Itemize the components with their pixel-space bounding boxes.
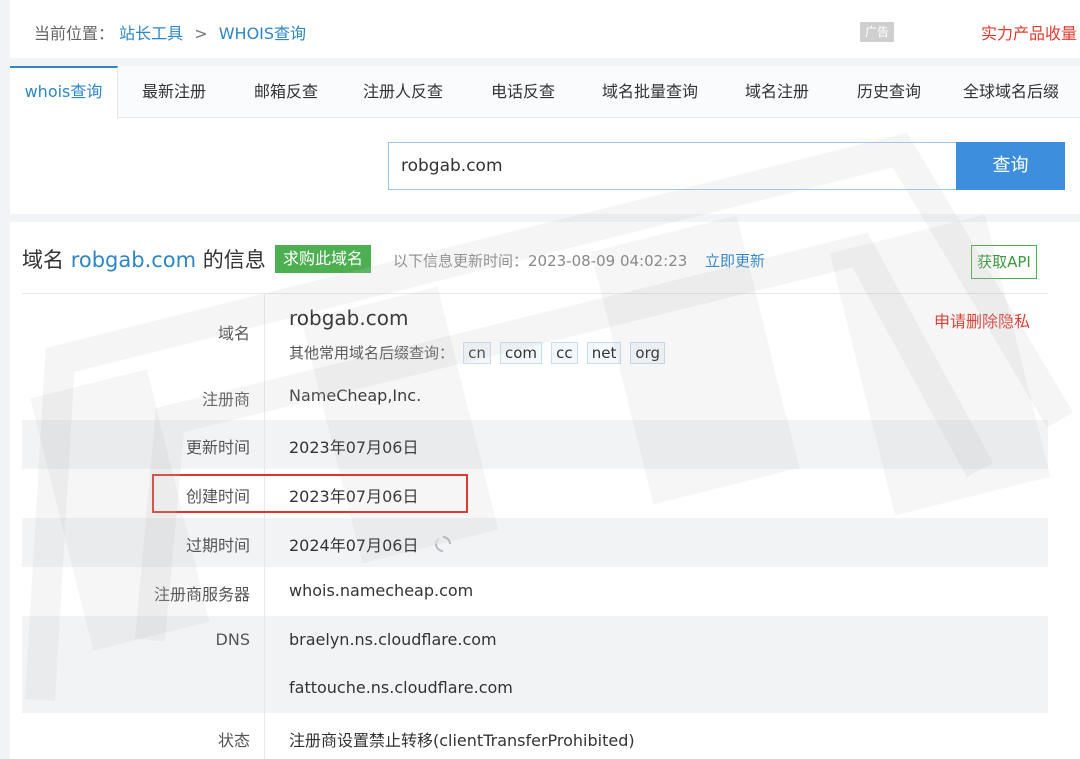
registrar-value: NameCheap,Inc. [289, 386, 422, 405]
dns-value-1: braelyn.ns.cloudflare.com [289, 630, 497, 649]
privacy-delete-link[interactable]: 申请删除隐私 [934, 308, 1030, 332]
dns-value-2: fattouche.ns.cloudflare.com [289, 678, 513, 697]
row-domain: 域名 robgab.com 其他常用域名后缀查询： cn com cc net … [22, 294, 1048, 372]
suffix-cc[interactable]: cc [551, 342, 578, 364]
ad-tag: 广告 [860, 22, 894, 42]
update-now-link[interactable]: 立即更新 [705, 250, 765, 271]
info-title-suffix: 的信息 [196, 248, 266, 272]
ad-link[interactable]: 实力产品收量 [981, 20, 1077, 44]
created-value: 2023年07月06日 [289, 487, 419, 506]
updated-value: 2023年07月06日 [289, 438, 419, 457]
row-label: 注册商服务器 [153, 585, 250, 604]
search-input[interactable]: robgab.com [388, 142, 958, 190]
tab-bar: whois查询 最新注册 邮箱反查 注册人反查 电话反查 域名批量查询 域名注册… [10, 66, 1080, 118]
row-registrar: 注册商 NameCheap,Inc. [22, 372, 1048, 420]
breadcrumb-bar: 当前位置： 站长工具 > WHOIS查询 广告 实力产品收量 [10, 0, 1080, 58]
info-title-prefix: 域名 [22, 248, 71, 272]
row-label: 注册商 [201, 390, 250, 409]
search-button[interactable]: 查询 [956, 142, 1065, 190]
row-dns: DNS braelyn.ns.cloudflare.com fattouche.… [22, 616, 1048, 713]
buy-domain-button[interactable]: 求购此域名 [275, 245, 372, 273]
breadcrumb-link-whois[interactable]: WHOIS查询 [219, 24, 306, 43]
column-divider [264, 294, 265, 759]
tab-registrant-reverse[interactable]: 注册人反查 [342, 66, 464, 118]
row-label: 域名 [217, 324, 250, 343]
suffix-list: 其他常用域名后缀查询： cn com cc net org [289, 342, 666, 364]
row-label: DNS [215, 630, 250, 649]
row-created: 创建时间 2023年07月06日 [22, 469, 1048, 518]
row-status: 状态 注册商设置禁止转移(clientTransferProhibited) [22, 713, 1048, 759]
status-value: 注册商设置禁止转移(clientTransferProhibited) [289, 731, 635, 750]
info-title-domain[interactable]: robgab.com [71, 248, 196, 272]
get-api-button[interactable]: 获取API [971, 245, 1037, 279]
row-updated: 更新时间 2023年07月06日 [22, 420, 1048, 469]
suffix-org[interactable]: org [630, 342, 666, 364]
suffix-cn[interactable]: cn [463, 342, 491, 364]
info-title: 域名 robgab.com 的信息 [22, 244, 266, 274]
expire-value: 2024年07月06日 [289, 536, 419, 555]
tab-new-registered[interactable]: 最新注册 [118, 66, 230, 118]
tab-whois[interactable]: whois查询 [10, 66, 118, 118]
expire-value-wrap: 2024年07月06日 [289, 532, 452, 556]
row-label: 更新时间 [185, 438, 250, 457]
tab-email-reverse[interactable]: 邮箱反查 [230, 66, 342, 118]
domain-value: robgab.com [289, 306, 409, 330]
search-panel: whois查询 最新注册 邮箱反查 注册人反查 电话反查 域名批量查询 域名注册… [10, 66, 1080, 214]
row-label: 过期时间 [185, 536, 250, 555]
server-value: whois.namecheap.com [289, 581, 474, 600]
row-label: 状态 [217, 731, 250, 750]
row-expire: 过期时间 2024年07月06日 [22, 518, 1048, 567]
tab-domain-register[interactable]: 域名注册 [718, 66, 836, 118]
suffix-com[interactable]: com [499, 342, 543, 364]
tab-global-suffix[interactable]: 全球域名后缀 [942, 66, 1080, 118]
breadcrumb-separator: > [194, 24, 208, 43]
row-label: 创建时间 [185, 487, 250, 506]
tab-history[interactable]: 历史查询 [836, 66, 942, 118]
suffix-label: 其他常用域名后缀查询： [289, 344, 455, 362]
tab-phone-reverse[interactable]: 电话反查 [464, 66, 582, 118]
suffix-net[interactable]: net [586, 342, 622, 364]
breadcrumb: 当前位置： 站长工具 > WHOIS查询 [34, 20, 306, 44]
row-registrar-server: 注册商服务器 whois.namecheap.com [22, 567, 1048, 616]
update-time-text: 以下信息更新时间：2023-08-09 04:02:23 [393, 252, 688, 270]
breadcrumb-prefix: 当前位置： [34, 24, 115, 43]
breadcrumb-link-tools[interactable]: 站长工具 [119, 24, 183, 43]
refresh-icon[interactable] [434, 535, 452, 553]
domain-info-panel: 域名 robgab.com 的信息 求购此域名 以下信息更新时间：2023-08… [10, 222, 1080, 759]
tab-batch-query[interactable]: 域名批量查询 [582, 66, 718, 118]
